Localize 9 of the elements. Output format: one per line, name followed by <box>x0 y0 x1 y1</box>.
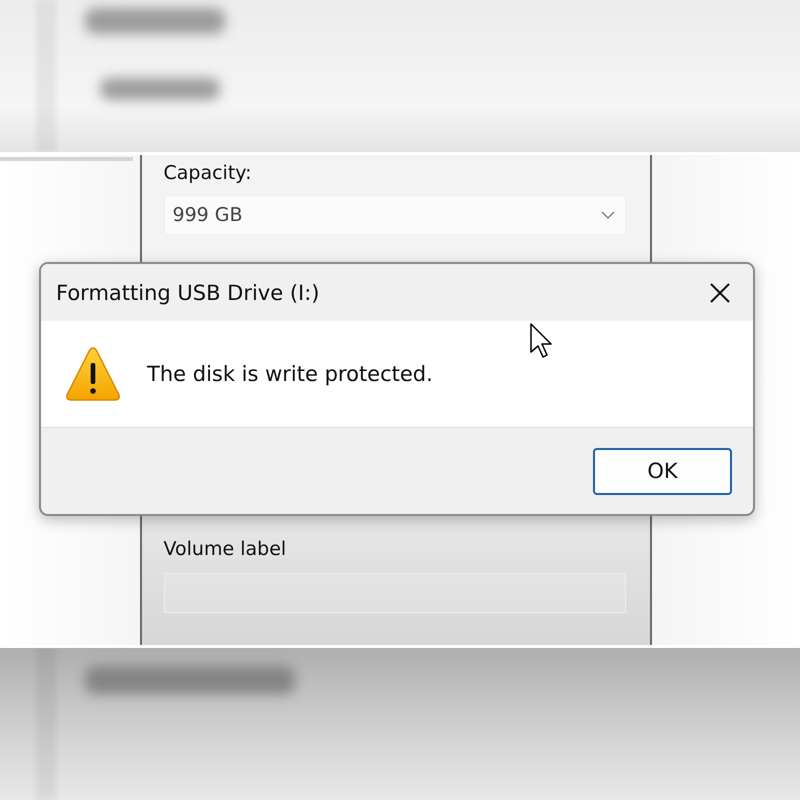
error-message: The disk is write protected. <box>147 362 433 386</box>
close-icon[interactable] <box>709 282 731 304</box>
chevron-down-icon <box>600 211 614 219</box>
warning-icon <box>64 345 122 403</box>
dialog-title: Formatting USB Drive (I:) <box>56 280 320 304</box>
capacity-label: Capacity: <box>164 161 253 186</box>
volume-label-label: Volume label <box>164 537 288 562</box>
capacity-dropdown[interactable]: 999 GB <box>164 195 626 235</box>
ok-button[interactable]: OK <box>593 448 732 494</box>
